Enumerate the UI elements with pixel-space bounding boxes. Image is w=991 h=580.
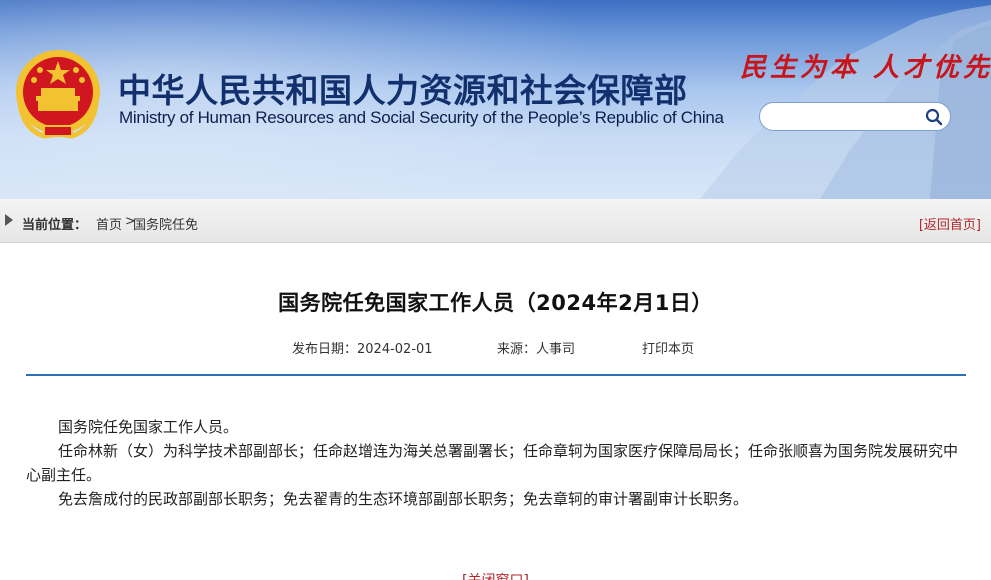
article-paragraph: 免去詹成付的民政部副部长职务；免去翟青的生态环境部副部长职务；免去章轲的审计署副… <box>58 490 749 508</box>
article-paragraph: 任命林新（女）为科学技术部副部长；任命赵增连为海关总署副署长；任命章轲为国家医疗… <box>26 442 959 484</box>
publish-date: 发布日期：2024-02-01 <box>292 342 433 357</box>
back-home-link[interactable]: [返回首页] <box>919 214 981 233</box>
article-body: 国务院任免国家工作人员。 任命林新（女）为科学技术部副部长；任命赵增连为海关总署… <box>26 415 960 511</box>
breadcrumb-current-link[interactable]: 国务院任免 <box>133 214 198 233</box>
breadcrumb-label: 当前位置： <box>22 218 88 233</box>
national-emblem-icon <box>16 50 100 139</box>
print-page-link[interactable]: 打印本页 <box>642 338 694 357</box>
search-box <box>759 102 951 131</box>
close-window-link[interactable]: [关闭窗口] <box>462 570 530 580</box>
site-header: 中华人民共和国人力资源和社会保障部 Ministry of Human Reso… <box>0 0 991 199</box>
search-input[interactable] <box>770 107 924 128</box>
breadcrumb: 当前位置： 首页 > 国务院任免 [返回首页] <box>0 199 991 243</box>
article-source: 来源：人事司 <box>497 342 576 357</box>
ministry-name-en: Ministry of Human Resources and Social S… <box>119 108 724 127</box>
title-divider <box>26 374 966 376</box>
article-paragraph: 国务院任免国家工作人员。 <box>58 418 239 436</box>
slogan: 民生为本 人才优先 <box>740 53 991 83</box>
breadcrumb-home-link[interactable]: 首页 <box>96 214 122 233</box>
ministry-name-cn: 中华人民共和国人力资源和社会保障部 <box>118 71 688 110</box>
article-title: 国务院任免国家工作人员（2024年2月1日） <box>278 291 713 315</box>
triangle-right-icon <box>5 214 13 226</box>
search-icon[interactable] <box>924 107 944 127</box>
